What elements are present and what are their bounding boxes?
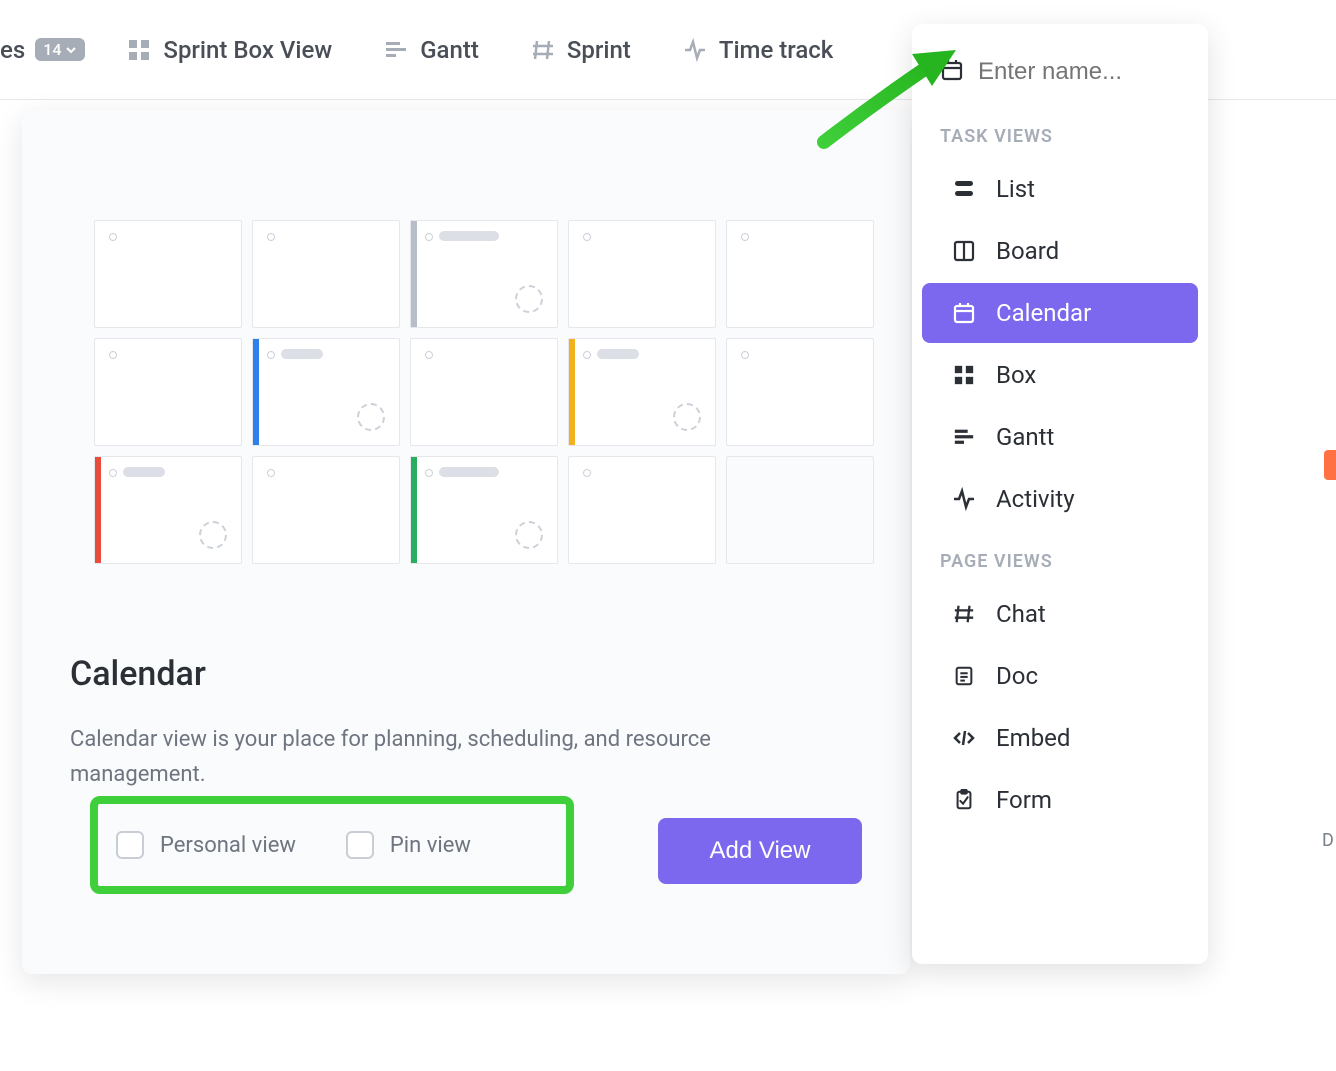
tab-label: Sprint Box View	[163, 36, 332, 64]
gantt-icon	[384, 38, 408, 62]
view-option-form[interactable]: Form	[922, 770, 1198, 830]
view-option-calendar[interactable]: Calendar	[922, 283, 1198, 343]
view-option-gantt[interactable]: Gantt	[922, 407, 1198, 467]
card-description: Calendar view is your place for planning…	[70, 722, 750, 792]
list-icon	[950, 175, 978, 203]
embed-icon	[950, 724, 978, 752]
preview-cell	[410, 338, 558, 446]
preview-cell	[410, 220, 558, 328]
preview-cell	[252, 338, 400, 446]
doc-icon	[950, 662, 978, 690]
calendar-icon	[940, 58, 964, 86]
box-grid-icon	[127, 38, 151, 62]
view-option-label: Chat	[996, 600, 1046, 628]
section-label-page-views: PAGE VIEWS	[912, 531, 1208, 582]
box-grid-icon	[950, 361, 978, 389]
preview-cell	[726, 338, 874, 446]
preview-cell	[252, 220, 400, 328]
view-option-list[interactable]: List	[922, 159, 1198, 219]
tab-label: Sprint	[567, 36, 631, 64]
hash-icon	[950, 600, 978, 628]
calendar-icon	[950, 299, 978, 327]
preview-cell	[94, 456, 242, 564]
view-option-box[interactable]: Box	[922, 345, 1198, 405]
preview-cell	[410, 456, 558, 564]
view-option-label: Box	[996, 361, 1036, 389]
tab-label: Gantt	[420, 36, 479, 64]
view-option-label: List	[996, 175, 1035, 203]
card-title: Calendar	[70, 654, 862, 694]
tab-sprint-box-view[interactable]: Sprint Box View	[117, 36, 342, 64]
preview-cell	[568, 338, 716, 446]
tab-gantt[interactable]: Gantt	[374, 36, 489, 64]
section-label-task-views: TASK VIEWS	[912, 106, 1208, 157]
personal-view-checkbox[interactable]: Personal view	[116, 831, 296, 859]
checkbox-label: Personal view	[160, 833, 296, 858]
preview-cell	[726, 456, 874, 564]
hash-icon	[531, 38, 555, 62]
activity-icon	[683, 38, 707, 62]
view-option-doc[interactable]: Doc	[922, 646, 1198, 706]
count-badge: 14	[35, 38, 85, 61]
view-preview-card: Calendar Calendar view is your place for…	[22, 110, 910, 974]
activity-icon	[950, 485, 978, 513]
preview-cell	[94, 338, 242, 446]
preview-cell	[568, 220, 716, 328]
gantt-icon	[950, 423, 978, 451]
preview-cell	[726, 220, 874, 328]
view-option-label: Form	[996, 786, 1052, 814]
tab-sprint[interactable]: Sprint	[521, 36, 641, 64]
view-option-label: Gantt	[996, 423, 1054, 451]
edge-indicator	[1324, 450, 1336, 480]
calendar-preview-grid	[94, 220, 862, 564]
view-name-input-row	[912, 48, 1208, 106]
preview-cell	[252, 456, 400, 564]
view-option-chat[interactable]: Chat	[922, 584, 1198, 644]
edge-text-clip: D	[1322, 830, 1336, 854]
tab-label: Time track	[719, 36, 834, 64]
view-option-board[interactable]: Board	[922, 221, 1198, 281]
preview-cell	[568, 456, 716, 564]
add-view-button[interactable]: Add View	[658, 818, 862, 884]
view-option-label: Board	[996, 237, 1059, 265]
checkbox-label: Pin view	[390, 833, 471, 858]
preview-cell	[94, 220, 242, 328]
tab-time-tracked[interactable]: Time track	[673, 36, 844, 64]
checkbox-icon	[346, 831, 374, 859]
tab-label: es	[0, 36, 25, 64]
pin-view-checkbox[interactable]: Pin view	[346, 831, 471, 859]
form-icon	[950, 786, 978, 814]
tab-partial-first[interactable]: es 14	[0, 36, 85, 64]
annotation-highlight-box: Personal view Pin view	[90, 796, 574, 894]
view-option-embed[interactable]: Embed	[922, 708, 1198, 768]
view-picker-panel: TASK VIEWS List Board Calendar Box Gantt	[912, 24, 1208, 964]
chevron-down-icon	[65, 44, 77, 56]
board-icon	[950, 237, 978, 265]
view-option-label: Embed	[996, 724, 1070, 752]
view-name-input[interactable]	[978, 58, 1158, 86]
view-option-label: Doc	[996, 662, 1038, 690]
view-option-label: Calendar	[996, 299, 1091, 327]
checkbox-icon	[116, 831, 144, 859]
view-option-activity[interactable]: Activity	[922, 469, 1198, 529]
view-option-label: Activity	[996, 485, 1075, 513]
